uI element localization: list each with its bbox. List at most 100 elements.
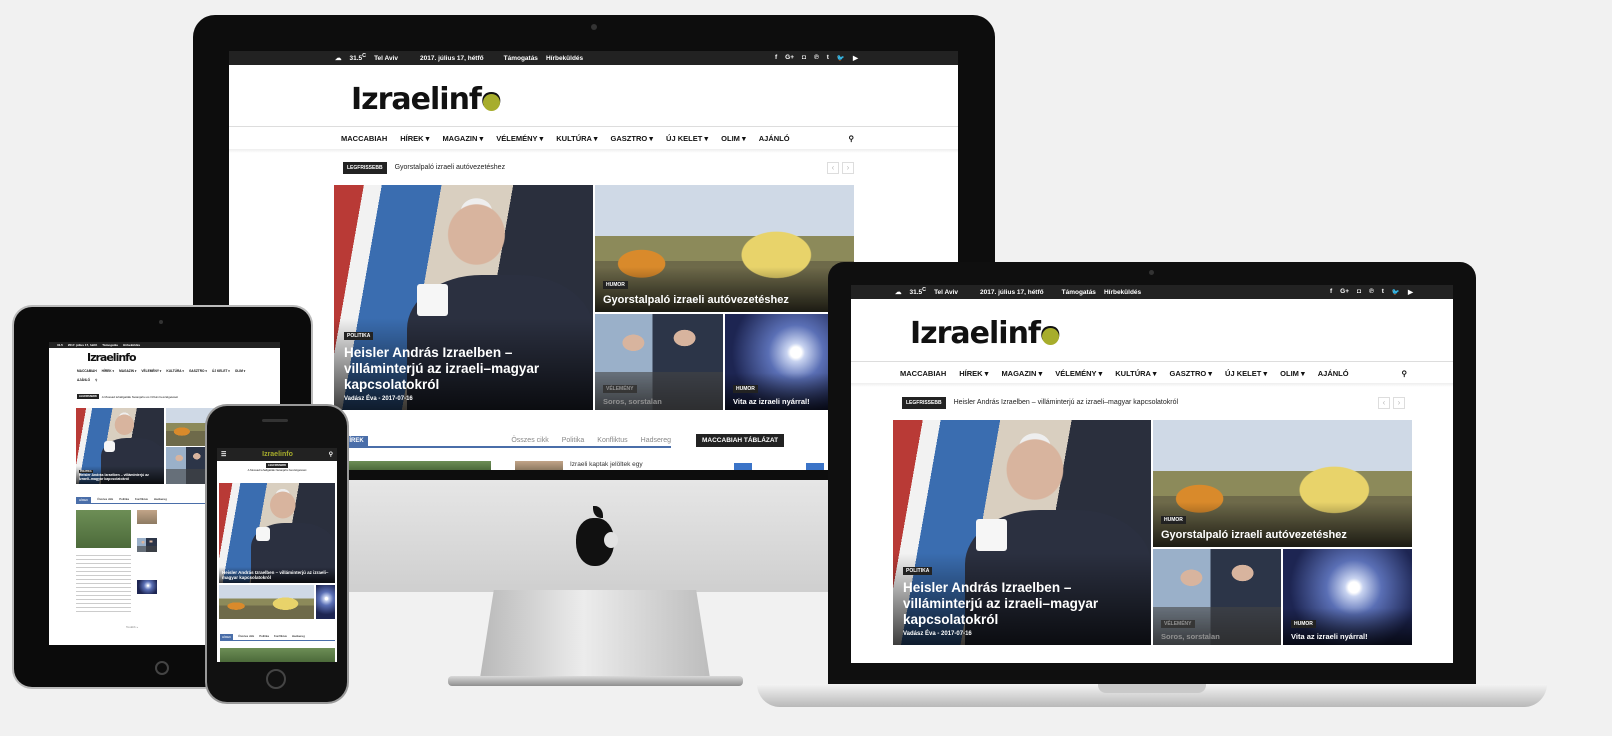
menu-ajanlo[interactable]: AJÁNLÓ xyxy=(759,134,790,143)
ticker-text[interactable]: Heisler András Izraelben – villáminterjú… xyxy=(954,399,1179,406)
featured-main-title[interactable]: Heisler András Izraelben – villáminterjú… xyxy=(344,345,583,393)
twitter-icon[interactable]: 🐦 xyxy=(1392,288,1400,296)
featured-title[interactable]: Gyorstalpaló izraeli autóvezetéshez xyxy=(1161,529,1404,541)
article-thumb[interactable] xyxy=(515,461,563,470)
tablet-home-button[interactable] xyxy=(155,661,169,675)
pinterest-icon[interactable]: ℗ xyxy=(1369,288,1374,296)
menu-uj-kelet[interactable]: ÚJ KELET ▾ xyxy=(1225,369,1267,378)
menu-hirek[interactable]: HÍREK ▾ xyxy=(959,369,988,378)
ticker-next-button[interactable]: › xyxy=(1393,396,1405,409)
menu-maccabiah[interactable]: MACCABIAH xyxy=(341,134,387,143)
article-thumb[interactable] xyxy=(76,510,131,548)
featured-right-top[interactable]: HUMOR Gyorstalpaló izraeli autóvezetéshe… xyxy=(595,185,854,312)
menu-magazin[interactable]: MAGAZIN ▾ xyxy=(442,134,483,143)
featured-main[interactable]: POLITIKA Heisler András Izraelben – vill… xyxy=(893,420,1151,645)
tab-all[interactable]: Összes cikk xyxy=(238,634,254,640)
article-thumb[interactable] xyxy=(137,580,157,594)
pinterest-icon[interactable]: ℗ xyxy=(814,54,819,62)
tab-all[interactable]: Összes cikk xyxy=(97,497,113,503)
search-icon[interactable]: ⚲ xyxy=(849,134,855,143)
menu-ajanlo[interactable]: AJÁNLÓ xyxy=(1318,369,1349,378)
menu-magazin[interactable]: MAGAZIN ▾ xyxy=(1001,369,1042,378)
search-icon[interactable]: ⚲ xyxy=(1402,369,1408,378)
featured-bottom-left[interactable] xyxy=(166,447,210,484)
featured-right-top[interactable]: HUMOR Gyorstalpaló izraeli autóvezetéshe… xyxy=(1153,420,1412,547)
youtube-icon[interactable]: ▶ xyxy=(853,54,858,62)
menu-hirek[interactable]: HÍREK ▾ xyxy=(102,369,114,373)
tab-army[interactable]: Hadsereg xyxy=(154,497,167,503)
menu-maccabiah[interactable]: MACCABIAH xyxy=(900,369,946,378)
ticker-text[interactable]: Gyorstalpaló izraeli autóvezetéshez xyxy=(395,164,506,171)
featured-bottom-right[interactable]: HUMOR Vita az izraeli nyárral! xyxy=(1283,549,1412,645)
featured-main-title[interactable]: Heisler András Izraelben – villáminterjú… xyxy=(222,570,332,580)
facebook-icon[interactable]: f xyxy=(1330,288,1332,296)
article-thumb[interactable] xyxy=(137,510,157,524)
featured-title[interactable]: Gyorstalpaló izraeli autóvezetéshez xyxy=(603,294,846,306)
support-link[interactable]: Támogatás xyxy=(102,343,118,347)
featured-title[interactable]: Vita az izraeli nyárral! xyxy=(1291,632,1404,641)
ticker-prev-button[interactable]: ‹ xyxy=(827,161,839,174)
phone-home-button[interactable] xyxy=(266,669,286,689)
site-logo[interactable]: Izraelinfo xyxy=(910,315,1061,351)
site-logo[interactable]: Izraelinfo xyxy=(351,81,502,117)
menu-hirek[interactable]: HÍREK ▾ xyxy=(400,134,429,143)
menu-uj-kelet[interactable]: ÚJ KELET ▾ xyxy=(666,134,708,143)
search-icon[interactable]: ⚲ xyxy=(329,451,333,458)
article-snippet[interactable]: Izraeli kaptak jelöltek egy xyxy=(570,461,643,468)
tab-all[interactable]: Összes cikk xyxy=(511,437,548,444)
article-thumb[interactable] xyxy=(137,538,157,552)
featured-main-title[interactable]: Heisler András Izraelben – villáminterjú… xyxy=(903,580,1141,628)
news-submit-link[interactable]: Hírbeküldés xyxy=(1104,289,1141,296)
featured-title[interactable]: Soros, sorstalan xyxy=(603,397,715,406)
featured-bottom-left[interactable]: VÉLEMÉNY Soros, sorstalan xyxy=(1153,549,1281,645)
tumblr-icon[interactable]: t xyxy=(1382,288,1384,296)
ticker-prev-button[interactable]: ‹ xyxy=(1378,396,1390,409)
ticker-text[interactable]: A Mossad lehallgatták Netanjahu beszélge… xyxy=(248,468,307,472)
youtube-icon[interactable]: ▶ xyxy=(1408,288,1413,296)
featured-main-title[interactable]: Heisler András Izraelben – villáminterjú… xyxy=(79,473,161,481)
tab-conflict[interactable]: Konfliktus xyxy=(597,437,627,444)
menu-kultura[interactable]: KULTÚRA ▾ xyxy=(166,369,184,373)
support-link[interactable]: Támogatás xyxy=(1062,289,1096,296)
tab-conflict[interactable]: Konfliktus xyxy=(274,634,287,640)
facebook-icon[interactable]: f xyxy=(775,54,777,62)
tab-politics[interactable]: Politika xyxy=(119,497,129,503)
featured-main[interactable]: POLITIKA Heisler András Izraelben – vill… xyxy=(334,185,593,410)
featured-main[interactable]: Heisler András Izraelben – villáminterjú… xyxy=(219,483,335,583)
news-submit-link[interactable]: Hírbeküldés xyxy=(546,55,583,62)
menu-kultura[interactable]: KULTÚRA ▾ xyxy=(1115,369,1156,378)
tab-politics[interactable]: Politika xyxy=(562,437,585,444)
featured-title[interactable]: Soros, sorstalan xyxy=(1161,632,1273,641)
tab-politics[interactable]: Politika xyxy=(259,634,269,640)
article-thumb[interactable] xyxy=(220,648,335,662)
menu-olim[interactable]: OLIM ▾ xyxy=(721,134,746,143)
menu-olim[interactable]: OLIM ▾ xyxy=(235,369,245,373)
instagram-icon[interactable]: ◘ xyxy=(1357,288,1361,296)
featured-bottom-left[interactable]: VÉLEMÉNY Soros, sorstalan xyxy=(595,314,723,410)
menu-gasztro[interactable]: GASZTRO ▾ xyxy=(611,134,654,143)
google-plus-icon[interactable]: G+ xyxy=(1340,288,1349,296)
featured-main[interactable]: POLITIKA Heisler András Izraelben – vill… xyxy=(76,408,164,484)
tumblr-icon[interactable]: t xyxy=(827,54,829,62)
more-link[interactable]: Tovább » xyxy=(126,625,138,629)
site-logo[interactable]: Izraelinfo xyxy=(226,451,328,458)
twitter-icon[interactable]: 🐦 xyxy=(837,54,845,62)
search-icon[interactable]: ⚲ xyxy=(95,378,97,382)
tab-army[interactable]: Hadsereg xyxy=(292,634,305,640)
featured-slide[interactable] xyxy=(316,585,335,619)
site-logo[interactable]: Izraelinfo xyxy=(87,351,136,364)
menu-olim[interactable]: OLIM ▾ xyxy=(1280,369,1305,378)
google-plus-icon[interactable]: G+ xyxy=(785,54,794,62)
tab-conflict[interactable]: Konfliktus xyxy=(135,497,148,503)
instagram-icon[interactable]: ◘ xyxy=(802,54,806,62)
article-thumb[interactable] xyxy=(341,461,491,470)
menu-velemeny[interactable]: VÉLEMÉNY ▾ xyxy=(1055,369,1102,378)
tab-army[interactable]: Hadsereg xyxy=(641,437,671,444)
ticker-next-button[interactable]: › xyxy=(842,161,854,174)
menu-uj-kelet[interactable]: ÚJ KELET ▾ xyxy=(212,369,230,373)
menu-gasztro[interactable]: GASZTRO ▾ xyxy=(189,369,207,373)
featured-slide[interactable] xyxy=(219,585,314,619)
ticker-text[interactable]: A Mossad lehallgatták Netanjahu és Orbán… xyxy=(102,395,178,399)
menu-magazin[interactable]: MAGAZIN ▾ xyxy=(119,369,136,373)
menu-gasztro[interactable]: GASZTRO ▾ xyxy=(1170,369,1213,378)
